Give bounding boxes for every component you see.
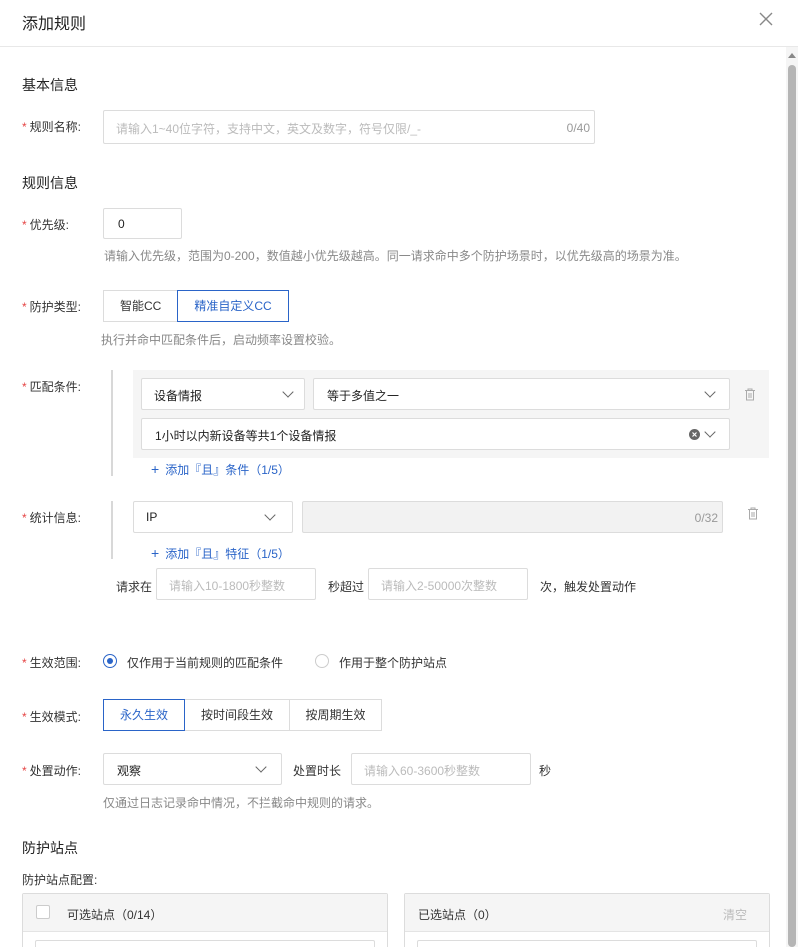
rule-name-input[interactable]: 请输入1~40位字符，支持中文，英文及数字，符号仅限/_- 0/40 [103,110,595,144]
scrollbar-thumb[interactable] [788,65,796,947]
stat-info-label: * 统计信息: [22,511,82,525]
mode-group: 永久生效 按时间段生效 按周期生效 [103,699,382,731]
match-operator-select[interactable]: 等于多值之一 [313,378,730,410]
duration-unit: 秒 [539,764,552,778]
rule-name-label: * 规则名称: [22,120,82,134]
available-sites-title: 可选站点（0/14） [67,908,163,922]
mode-periodic-button[interactable]: 按周期生效 [289,699,382,731]
selected-sites-search[interactable] [417,940,757,947]
action-hint: 仅通过日志记录命中情况，不拦截命中规则的请求。 [103,796,380,810]
priority-label: * 优先级: [22,218,70,232]
freq-prefix: 请求在 [116,580,153,594]
match-condition-label: * 匹配条件: [22,380,82,394]
priority-input[interactable]: 0 [103,208,182,239]
mode-time-range-button[interactable]: 按时间段生效 [184,699,290,731]
chevron-down-icon [704,426,716,438]
dialog-header: 添加规则 [0,0,798,47]
scope-label: * 生效范围: [22,656,82,670]
type-smart-cc-button[interactable]: 智能CC [103,290,179,322]
stat-value-input[interactable]: 0/32 [302,501,723,533]
stat-field-select[interactable]: IP [133,501,293,533]
close-icon[interactable] [757,10,775,28]
scope-current-radio[interactable] [103,654,117,668]
match-operator-value: 等于多值之一 [327,389,400,403]
clear-button[interactable]: 清空 [723,906,747,923]
action-value: 观察 [117,764,142,778]
rule-name-placeholder: 请输入1~40位字符，支持中文，英文及数字，符号仅限/_- [116,122,422,136]
section-title-sites: 防护站点 [22,840,78,856]
scope-site-radio[interactable] [315,654,329,668]
freq-middle: 秒超过 [328,580,365,594]
section-title-basic: 基本信息 [22,77,78,93]
freq-seconds-placeholder: 请输入10-1800秒整数 [169,579,286,593]
match-field-select[interactable]: 设备情报 [141,378,305,410]
match-group-bar [111,370,113,476]
plus-icon: + [151,545,160,561]
plus-icon: + [151,461,160,477]
clear-icon[interactable] [689,429,700,440]
stat-field-value: IP [146,510,158,524]
chevron-down-icon [704,386,716,398]
add-condition-link[interactable]: + 添加『且』条件（1/5） [151,461,290,478]
selected-sites-header: 已选站点（0） 清空 [405,894,769,932]
duration-label: 处置时长 [293,764,342,778]
section-title-rule: 规则信息 [22,175,78,191]
select-all-checkbox[interactable] [36,905,50,919]
chevron-down-icon [264,509,276,521]
protection-type-group: 智能CC 精准自定义CC [103,290,289,322]
mode-permanent-button[interactable]: 永久生效 [103,699,185,731]
site-config-label: 防护站点配置: [22,873,98,887]
freq-suffix: 次，触发处置动作 [540,580,637,594]
stat-group-bar [111,501,113,559]
available-sites-search[interactable] [35,940,375,947]
scroll-up-arrow-icon[interactable] [788,53,796,58]
available-sites-panel: 可选站点（0/14） [22,893,388,947]
stat-value-count: 0/32 [694,511,718,525]
dialog-title: 添加规则 [22,16,87,33]
duration-input[interactable]: 请输入60-3600秒整数 [351,753,531,785]
freq-seconds-input[interactable]: 请输入10-1800秒整数 [156,568,316,600]
available-sites-header: 可选站点（0/14） [23,894,387,932]
duration-placeholder: 请输入60-3600秒整数 [364,764,481,778]
selected-sites-title: 已选站点（0） [418,908,497,922]
rule-name-count: 0/40 [566,121,590,135]
mode-label: * 生效模式: [22,710,82,724]
delete-feature-icon[interactable] [747,507,759,520]
protection-type-hint: 执行并命中匹配条件后，启动频率设置校验。 [101,333,342,347]
freq-times-placeholder: 请输入2-50000次整数 [381,579,498,593]
chevron-down-icon [282,386,294,398]
selected-sites-panel: 已选站点（0） 清空 [404,893,770,947]
match-value-select[interactable]: 1小时以内新设备等共1个设备情报 [141,418,730,450]
scrollbar[interactable] [786,47,798,947]
add-feature-link[interactable]: + 添加『且』特征（1/5） [151,545,290,562]
match-field-value: 设备情报 [154,389,203,403]
scope-site-label[interactable]: 作用于整个防护站点 [339,654,447,671]
freq-times-input[interactable]: 请输入2-50000次整数 [368,568,528,600]
match-value-text: 1小时以内新设备等共1个设备情报 [155,429,337,443]
action-label: * 处置动作: [22,764,82,778]
chevron-down-icon [255,761,267,773]
priority-value: 0 [118,217,125,231]
protection-type-label: * 防护类型: [22,300,82,314]
delete-condition-icon[interactable] [744,388,756,401]
scope-current-label[interactable]: 仅作用于当前规则的匹配条件 [127,654,283,671]
type-custom-cc-button[interactable]: 精准自定义CC [177,290,289,322]
action-select[interactable]: 观察 [103,753,282,785]
priority-hint: 请输入优先级，范围为0-200，数值越小优先级越高。同一请求命中多个防护场景时，… [104,249,687,263]
